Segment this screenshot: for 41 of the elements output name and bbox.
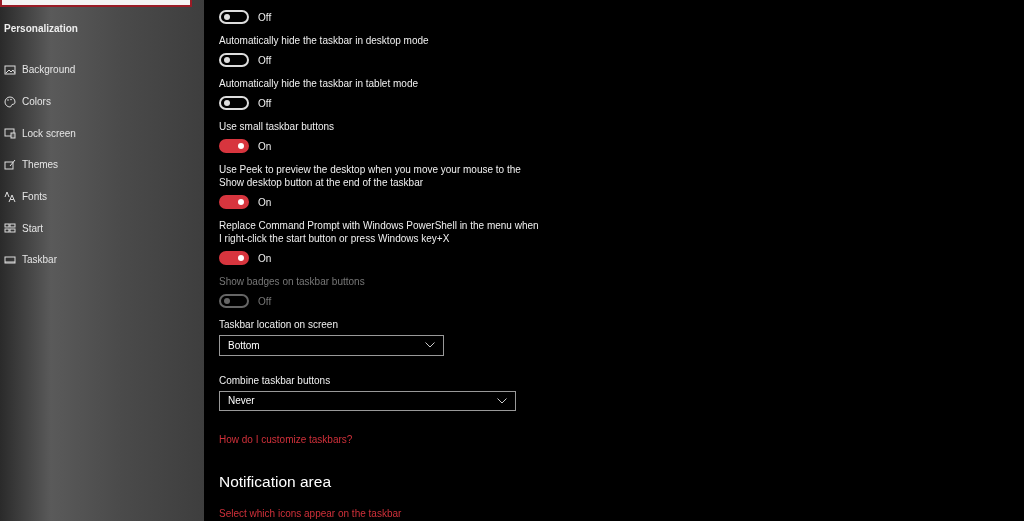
taskbar-icon — [4, 253, 16, 266]
sidebar-item[interactable]: Background — [0, 54, 204, 86]
setting-label: Combine taskbar buttons — [219, 373, 332, 387]
sidebar-item[interactable]: Themes — [0, 149, 204, 181]
toggle-switch[interactable] — [219, 195, 249, 209]
dropdown[interactable]: Bottom — [219, 335, 444, 356]
sidebar-item[interactable]: Colors — [0, 85, 204, 118]
sidebar-item[interactable]: Start — [0, 212, 204, 245]
setting-label: Show badges on taskbar buttons — [219, 275, 366, 288]
search-field[interactable] — [0, 0, 192, 7]
chevron-down-icon — [425, 342, 435, 349]
section-heading: Notification area — [219, 472, 331, 492]
picture-icon — [4, 63, 16, 76]
sidebar-heading: Personalization — [4, 23, 78, 34]
toggle-state: On — [258, 252, 272, 264]
setting-label: Use small taskbar buttons — [219, 120, 336, 133]
tiles-icon — [4, 222, 16, 235]
help-link[interactable]: How do I customize taskbars? — [219, 433, 353, 447]
palette-icon — [4, 95, 16, 108]
toggle-switch[interactable] — [219, 251, 249, 265]
setting-label: Taskbar location on screen — [219, 318, 339, 331]
toggle-state: Off — [258, 97, 272, 109]
setting-label: Replace Command Prompt with Windows PowerShell in the menu when I right-click the start button or press Windows key+X — [219, 219, 539, 245]
toggle-state: Off — [258, 54, 272, 66]
sidebar-item[interactable]: Lock screen — [0, 117, 204, 150]
setting-label: Use Peek to preview the desktop when you move your mouse to the Show desktop button at the end of the taskbar — [219, 163, 522, 189]
toggle-state: On — [258, 196, 272, 208]
fonts-icon — [4, 190, 16, 203]
sidebar-item[interactable]: Taskbar — [0, 244, 204, 276]
toggle-state: On — [258, 140, 272, 152]
dropdown[interactable]: Never — [219, 390, 516, 411]
toggle-state: Off — [258, 295, 272, 307]
toggle-state: Off — [258, 11, 272, 23]
chevron-down-icon — [497, 397, 507, 404]
lock-screen-icon — [4, 127, 16, 140]
sidebar-item[interactable]: Fonts — [0, 180, 204, 213]
toggle-switch[interactable] — [219, 139, 249, 153]
brush-icon — [4, 158, 16, 171]
help-link[interactable]: Select which icons appear on the taskbar — [219, 507, 402, 521]
setting-label: Automatically hide the taskbar in tablet mode — [219, 77, 419, 90]
setting-label: Automatically hide the taskbar in desktop mode — [219, 34, 430, 47]
